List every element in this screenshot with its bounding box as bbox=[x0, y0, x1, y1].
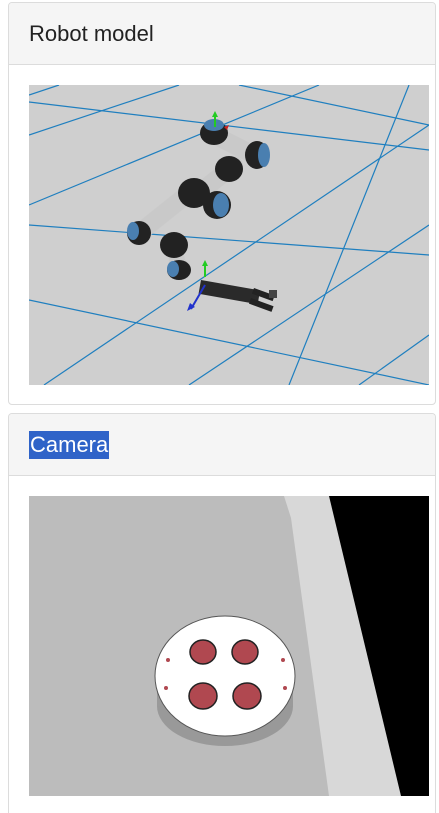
robot-model-viewport[interactable] bbox=[29, 85, 429, 385]
fixture-plate bbox=[154, 615, 296, 746]
robot-model-3d-view[interactable] bbox=[29, 85, 429, 385]
robot-model-title: Robot model bbox=[29, 20, 154, 46]
robot-model-panel: Robot model bbox=[8, 2, 436, 405]
ground-plane bbox=[29, 85, 429, 385]
robot-model-panel-header: Robot model bbox=[9, 3, 435, 65]
camera-viewport[interactable] bbox=[29, 496, 429, 796]
camera-title: Camera bbox=[29, 430, 110, 459]
camera-panel-header: Camera bbox=[9, 414, 435, 476]
camera-image[interactable] bbox=[29, 496, 429, 796]
camera-panel: Camera bbox=[8, 413, 436, 813]
